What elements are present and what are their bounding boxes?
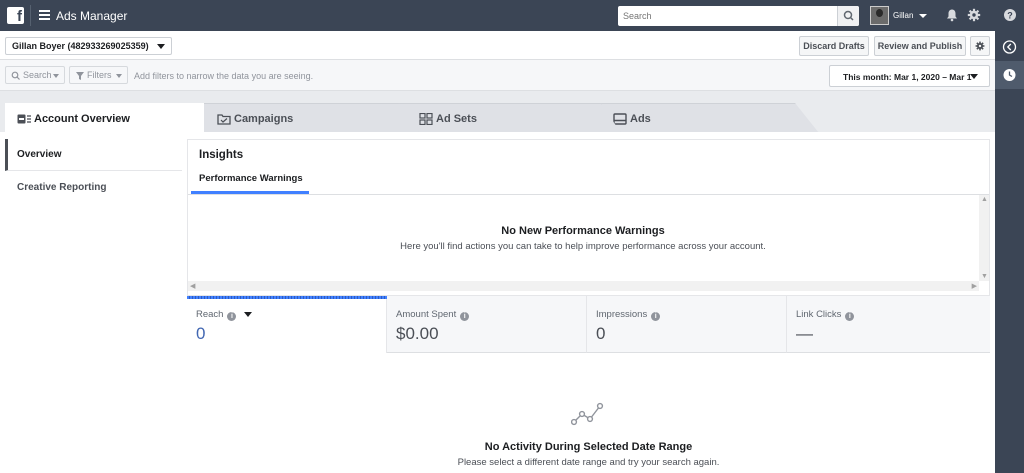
- empty-warnings-title: No New Performance Warnings: [501, 225, 665, 237]
- app-title: Ads Manager: [56, 9, 128, 23]
- discard-drafts-button[interactable]: Discard Drafts: [799, 36, 869, 56]
- metrics-row: Reach i 0 Amount Spent i $0.00 Impressions…: [187, 296, 990, 353]
- chevron-down-icon[interactable]: [244, 312, 252, 317]
- search-button[interactable]: [837, 6, 859, 26]
- scroll-up-icon[interactable]: ▲: [981, 196, 988, 203]
- date-range-selector[interactable]: This month: Mar 1, 2020 – Mar 1: [829, 65, 990, 87]
- vertical-scrollbar[interactable]: ▲ ▼: [979, 195, 989, 281]
- ad-icon: [613, 113, 627, 125]
- info-icon[interactable]: i: [460, 312, 470, 321]
- filter-search-button[interactable]: Search: [5, 66, 65, 84]
- account-selector[interactable]: Gillan Boyer (482933269025359): [5, 37, 172, 55]
- search-input[interactable]: [618, 6, 836, 26]
- info-icon[interactable]: i: [651, 312, 661, 321]
- tab-performance-warnings[interactable]: Performance Warnings: [199, 173, 303, 184]
- help-icon[interactable]: ?: [1003, 8, 1017, 22]
- filters-label: Filters: [87, 70, 112, 80]
- filters-button[interactable]: Filters: [69, 66, 128, 84]
- filter-icon: [76, 72, 84, 80]
- view-tabs: Ads Ad Sets Campaigns Account Overview: [0, 91, 995, 134]
- bell-icon[interactable]: [945, 8, 959, 22]
- facebook-logo-icon[interactable]: f: [7, 7, 24, 24]
- nav-item-overview[interactable]: Overview: [5, 139, 182, 171]
- chevron-down-icon: [53, 74, 59, 78]
- date-range-label: This month: Mar 1, 2020 – Mar 1: [843, 72, 972, 82]
- folder-icon: [217, 114, 231, 125]
- activity-empty-state: No Activity During Selected Date Range P…: [187, 353, 990, 473]
- history-button[interactable]: [995, 61, 1024, 89]
- metric-link-clicks[interactable]: Link Clicks i —: [787, 296, 990, 353]
- account-label: Gillan Boyer (482933269025359): [12, 41, 149, 51]
- grid-icon: [419, 113, 433, 125]
- nav-item-creative-reporting[interactable]: Creative Reporting: [5, 172, 182, 204]
- chevron-down-icon: [970, 74, 978, 79]
- search-icon: [11, 71, 20, 80]
- main-panel: Overview Creative Reporting Insights Per…: [0, 132, 995, 473]
- divider: [188, 194, 989, 195]
- search-icon: [843, 10, 854, 21]
- metric-label: Reach i: [196, 309, 237, 321]
- tab-ad-sets[interactable]: Ad Sets: [396, 103, 621, 133]
- scroll-down-icon[interactable]: ▼: [981, 273, 988, 280]
- nav-item-creative-reporting-label: Creative Reporting: [17, 182, 107, 193]
- info-icon[interactable]: i: [227, 312, 237, 321]
- chevron-down-icon: [116, 74, 122, 78]
- nav-item-overview-label: Overview: [17, 149, 62, 160]
- tab-ads[interactable]: Ads: [601, 103, 819, 133]
- chevron-down-icon[interactable]: [919, 14, 927, 18]
- tab-campaigns-label: Campaigns: [234, 113, 294, 125]
- topbar-divider: [30, 5, 31, 26]
- menu-icon[interactable]: [39, 10, 50, 20]
- info-icon[interactable]: i: [845, 312, 855, 321]
- top-bar: f Ads Manager Gillan ?: [0, 0, 1024, 31]
- tab-account-overview[interactable]: Account Overview: [5, 103, 204, 134]
- activity-title: No Activity During Selected Date Range: [484, 441, 693, 453]
- metric-amount-spent[interactable]: Amount Spent i $0.00: [387, 296, 587, 353]
- metric-reach[interactable]: Reach i 0: [187, 296, 387, 353]
- metric-label: Impressions i: [596, 309, 661, 321]
- metric-value: 0: [196, 324, 206, 343]
- tab-ad-sets-label: Ad Sets: [436, 113, 477, 125]
- insights-panel: Insights Performance Warnings No New Per…: [187, 139, 990, 296]
- scroll-left-icon[interactable]: ◀: [190, 282, 195, 290]
- user-name[interactable]: Gillan: [893, 11, 913, 20]
- global-search: [618, 6, 859, 26]
- metric-value: $0.00: [396, 324, 439, 343]
- left-nav: Overview Creative Reporting: [5, 139, 182, 473]
- review-publish-button[interactable]: Review and Publish: [874, 36, 966, 56]
- filter-bar: Search Filters Add filters to narrow the…: [0, 60, 995, 91]
- tab-campaigns[interactable]: Campaigns: [194, 103, 419, 133]
- metric-active-indicator: [187, 296, 387, 299]
- filter-hint: Add filters to narrow the data you are s…: [134, 71, 314, 81]
- line-chart-icon: [571, 402, 604, 426]
- arrow-left-circle-icon: [1002, 40, 1017, 54]
- account-bar: Gillan Boyer (482933269025359) Discard D…: [0, 31, 995, 60]
- tab-account-overview-label: Account Overview: [34, 113, 130, 125]
- chevron-down-icon: [157, 44, 165, 49]
- metric-impressions[interactable]: Impressions i 0: [587, 296, 787, 353]
- empty-warnings-subtitle: Here you'll find actions you can take to…: [400, 241, 766, 252]
- gear-icon[interactable]: [967, 8, 981, 22]
- horizontal-scrollbar[interactable]: ◀ ▶: [188, 281, 979, 291]
- metric-value: —: [796, 324, 813, 343]
- account-overview-icon: [17, 114, 31, 124]
- svg-text:?: ?: [1007, 11, 1013, 21]
- avatar[interactable]: [870, 6, 889, 25]
- filter-search-label: Search: [23, 70, 52, 80]
- tab-ads-label: Ads: [630, 113, 651, 125]
- insights-title: Insights: [199, 149, 244, 161]
- metric-label: Link Clicks i: [796, 309, 855, 321]
- collapse-button[interactable]: [995, 33, 1024, 61]
- right-rail: [995, 31, 1024, 473]
- metric-value: 0: [596, 324, 606, 343]
- scroll-right-icon[interactable]: ▶: [972, 282, 977, 290]
- metric-label: Amount Spent i: [396, 309, 470, 321]
- clock-icon: [1003, 69, 1016, 81]
- gear-icon: [975, 41, 985, 51]
- activity-subtitle: Please select a different date range and…: [457, 457, 720, 468]
- settings-button[interactable]: [970, 36, 990, 56]
- content-area: Insights Performance Warnings No New Per…: [187, 139, 990, 473]
